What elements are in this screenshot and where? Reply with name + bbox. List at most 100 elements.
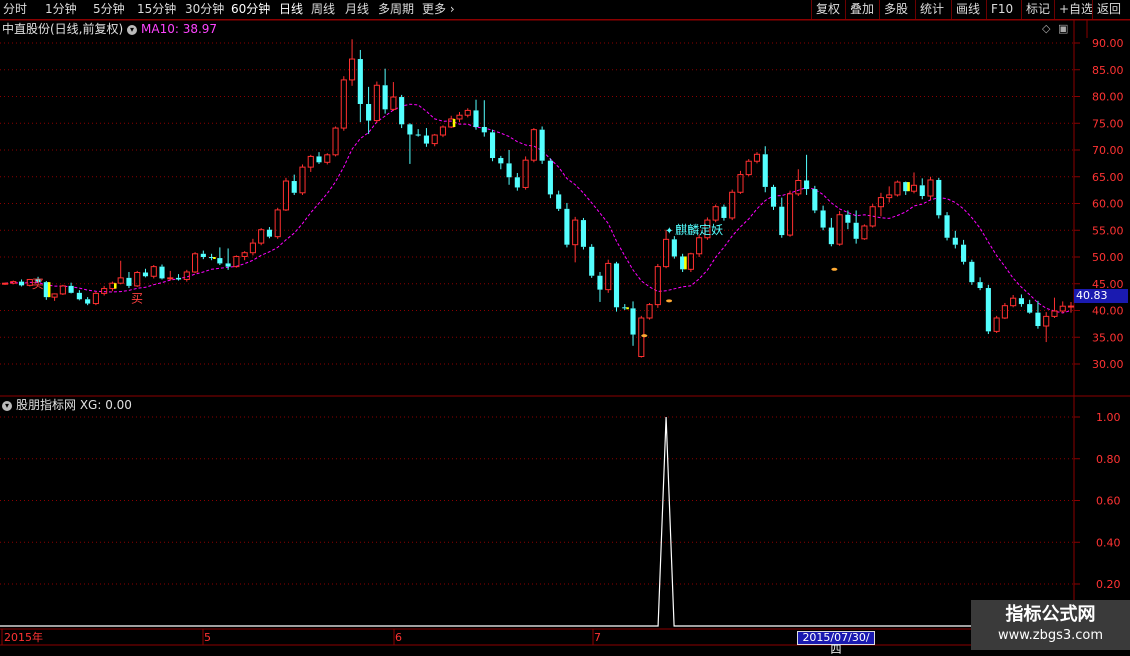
draw-line-button[interactable]: 画线 bbox=[951, 0, 984, 19]
candlestick bbox=[407, 123, 413, 164]
candlestick bbox=[299, 164, 306, 195]
tab-weekly[interactable]: 周线 bbox=[311, 0, 335, 19]
candle-body bbox=[762, 154, 768, 187]
highlight-candle bbox=[213, 257, 216, 259]
candle-body bbox=[183, 271, 190, 280]
candlestick bbox=[423, 128, 430, 147]
candlestick bbox=[126, 271, 132, 289]
candle-body bbox=[431, 134, 438, 145]
candlestick bbox=[564, 202, 570, 248]
candle-body bbox=[820, 210, 826, 228]
candlestick bbox=[489, 129, 496, 162]
marker-dot bbox=[666, 299, 673, 303]
tab-15min[interactable]: 15分钟 bbox=[137, 0, 176, 19]
candlestick bbox=[274, 207, 281, 239]
candle-body bbox=[961, 244, 967, 262]
x-tick-label: 7 bbox=[594, 631, 601, 644]
candlestick bbox=[498, 155, 504, 170]
candle-body bbox=[316, 156, 322, 163]
candlestick bbox=[307, 154, 314, 172]
tab-1min[interactable]: 1分钟 bbox=[45, 0, 77, 19]
candlestick bbox=[985, 284, 991, 335]
highlight-candle bbox=[907, 182, 910, 192]
candle-body bbox=[407, 124, 413, 135]
tab-daily[interactable]: 日线 bbox=[279, 0, 303, 19]
candle-body bbox=[613, 263, 620, 308]
tab-60min[interactable]: 60分钟 bbox=[231, 0, 270, 19]
candle-body bbox=[952, 237, 958, 245]
candle-body bbox=[18, 281, 25, 286]
chevron-down-icon[interactable]: ▾ bbox=[127, 24, 138, 35]
candlestick bbox=[464, 108, 471, 118]
window-icon[interactable]: ▣ bbox=[1058, 22, 1068, 35]
candle-body bbox=[737, 174, 744, 193]
candlestick bbox=[332, 126, 339, 157]
period-toolbar: 分时 1分钟 5分钟 15分钟 30分钟 60分钟 日线 周线 月线 多周期 更… bbox=[0, 0, 1130, 20]
candle-body bbox=[779, 206, 785, 236]
candlestick bbox=[117, 260, 124, 285]
candle-body bbox=[150, 266, 157, 277]
candlestick bbox=[605, 259, 612, 293]
candle-body bbox=[1001, 305, 1008, 319]
candle-body bbox=[853, 222, 859, 239]
price-axis-label: 70.00 bbox=[1092, 144, 1124, 157]
multi-stock-button[interactable]: 多股 bbox=[879, 0, 912, 19]
candle-body bbox=[266, 229, 272, 237]
stats-button[interactable]: 统计 bbox=[915, 0, 948, 19]
candle-body bbox=[282, 180, 290, 211]
add-favorite-button[interactable]: +自选 bbox=[1054, 0, 1097, 19]
candlestick bbox=[869, 204, 876, 228]
candle-body bbox=[1051, 310, 1058, 317]
f10-button[interactable]: F10 bbox=[986, 0, 1017, 19]
candle-body bbox=[117, 277, 124, 284]
candle-body bbox=[51, 293, 58, 298]
candlestick bbox=[316, 152, 322, 164]
candle-body bbox=[638, 317, 645, 358]
tab-fenshi[interactable]: 分时 bbox=[3, 0, 27, 19]
tab-monthly[interactable]: 月线 bbox=[345, 0, 369, 19]
xg-indicator-line bbox=[0, 416, 1074, 627]
candle-body bbox=[836, 214, 843, 245]
candlestick bbox=[373, 81, 380, 123]
candle-body bbox=[936, 179, 942, 216]
candle-body bbox=[1018, 298, 1024, 305]
tab-multi-period[interactable]: 多周期 bbox=[378, 0, 414, 19]
watermark-logo: 指标公式网 www.zbgs3.com bbox=[971, 600, 1130, 650]
candlestick bbox=[456, 112, 463, 123]
candle-body bbox=[159, 266, 165, 279]
candlestick bbox=[547, 158, 553, 199]
candle-body bbox=[241, 252, 248, 257]
price-axis-label: 90.00 bbox=[1092, 37, 1124, 50]
back-button[interactable]: 返回 bbox=[1092, 0, 1125, 19]
candle-body bbox=[514, 177, 520, 188]
candlestick bbox=[919, 178, 925, 200]
overlay-button[interactable]: 叠加 bbox=[845, 0, 878, 19]
fuquan-button[interactable]: 复权 bbox=[811, 0, 844, 19]
candlestick bbox=[696, 234, 703, 257]
diamond-icon[interactable]: ◇ bbox=[1042, 22, 1050, 35]
tab-30min[interactable]: 30分钟 bbox=[185, 0, 224, 19]
candle-body bbox=[687, 253, 694, 270]
candle-body bbox=[877, 197, 884, 208]
candle-body bbox=[274, 209, 281, 238]
indicator-axis-label: 0.60 bbox=[1096, 495, 1121, 508]
highlight-candle bbox=[626, 307, 629, 310]
chevron-down-icon[interactable]: ▾ bbox=[2, 400, 12, 411]
candle-body bbox=[729, 191, 736, 219]
candlestick bbox=[993, 315, 1000, 333]
candlestick bbox=[382, 68, 388, 114]
candle-body bbox=[373, 84, 380, 122]
tab-5min[interactable]: 5分钟 bbox=[93, 0, 125, 19]
candlestick bbox=[59, 284, 66, 295]
candlestick bbox=[836, 210, 843, 246]
candlestick bbox=[200, 250, 206, 260]
candlestick bbox=[812, 185, 818, 214]
more-menu[interactable]: 更多 › bbox=[422, 0, 455, 19]
candlestick bbox=[961, 239, 967, 265]
mark-button[interactable]: 标记 bbox=[1021, 0, 1054, 19]
price-axis-label: 55.00 bbox=[1092, 224, 1124, 237]
candlestick bbox=[721, 204, 727, 221]
candlestick bbox=[597, 271, 603, 302]
candlestick bbox=[349, 39, 356, 86]
candle-body bbox=[572, 219, 579, 246]
